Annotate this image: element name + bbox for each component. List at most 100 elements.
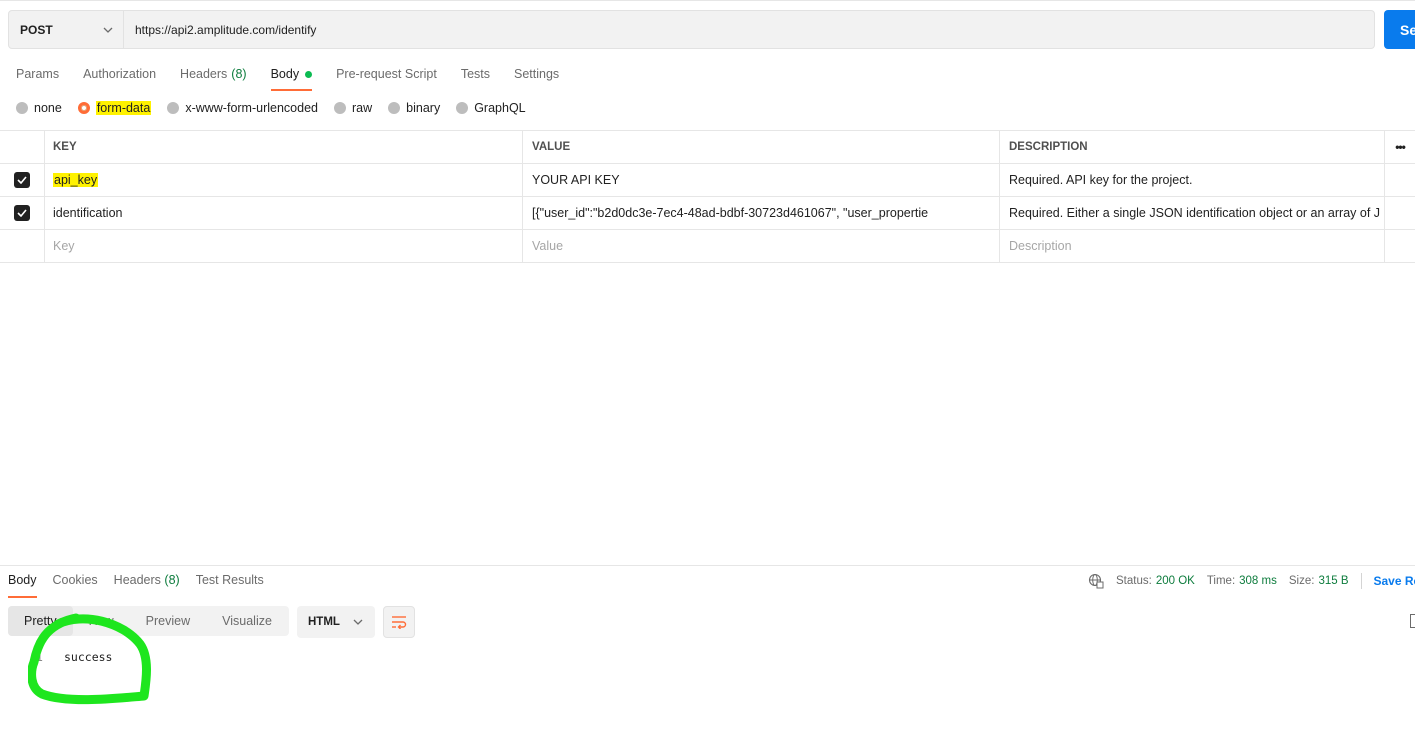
value-cell[interactable]: [{"user_id":"b2d0dc3e-7ec4-48ad-bdbf-307… [523, 197, 1000, 229]
view-pretty-button[interactable]: Pretty [8, 606, 73, 636]
size-info[interactable]: Size: 315 B [1289, 575, 1349, 587]
tab-settings-label: Settings [514, 67, 560, 81]
response-tab-body[interactable]: Body [8, 573, 37, 598]
value-cell[interactable]: YOUR API KEY [523, 164, 1000, 196]
radio-circle [456, 102, 469, 114]
time-value: 308 ms [1239, 575, 1277, 587]
checkmark-icon [17, 209, 27, 217]
header-checkbox-cell [0, 131, 45, 163]
tab-pre-request-script-label: Pre-request Script [336, 67, 437, 81]
description-cell[interactable]: Required. API key for the project. [1000, 164, 1385, 196]
url-input[interactable]: https://api2.amplitude.com/identify [124, 11, 1374, 48]
tab-authorization[interactable]: Authorization [83, 62, 156, 86]
radio-none[interactable]: none [16, 101, 62, 115]
response-tab-test-results-label: Test Results [195, 573, 264, 587]
tab-settings[interactable]: Settings [514, 62, 559, 86]
form-data-table: KEY VALUE DESCRIPTION ••• api_key YOUR A… [0, 130, 1415, 263]
tab-headers-label: Headers [180, 67, 228, 81]
tab-tests[interactable]: Tests [461, 62, 490, 86]
body-type-radios: none form-data x-www-form-urlencoded raw… [16, 101, 542, 115]
radio-x-www-form-urlencoded[interactable]: x-www-form-urlencoded [167, 101, 318, 115]
globe-network-icon[interactable] [1088, 573, 1104, 589]
response-format-select[interactable]: HTML [297, 606, 375, 638]
status-value: 200 OK [1155, 575, 1195, 587]
column-header-key: KEY [45, 131, 523, 163]
table-row: identification [{"user_id":"b2d0dc3e-7ec… [0, 197, 1415, 230]
response-tab-cookies[interactable]: Cookies [53, 573, 98, 591]
response-meta: Status: 200 OK Time: 308 ms Size: 315 B Sav… [1088, 573, 1415, 589]
status-info[interactable]: Status: 200 OK [1116, 575, 1195, 587]
radio-raw[interactable]: raw [334, 101, 372, 115]
radio-circle [16, 102, 28, 114]
key-placeholder-input[interactable]: Key [45, 230, 523, 262]
time-info[interactable]: Time: 308 ms [1207, 575, 1277, 587]
response-tab-body-label: Body [8, 573, 37, 587]
more-options-button[interactable]: ••• [1385, 131, 1415, 163]
request-tabs: Params Authorization Headers (8) Body Pre… [16, 62, 583, 92]
tab-headers[interactable]: Headers (8) [180, 62, 247, 86]
radio-raw-label: raw [352, 101, 373, 115]
url-value: https://api2.amplitude.com/identify [135, 22, 317, 37]
tab-body[interactable]: Body [270, 62, 313, 91]
radio-urlencoded-label: x-www-form-urlencoded [185, 101, 318, 115]
row-checkbox-cell [0, 230, 45, 262]
table-row-new: Key Value Description [0, 230, 1415, 263]
response-tab-test-results[interactable]: Test Results [196, 573, 264, 591]
format-label: HTML [308, 616, 340, 628]
row-checkbox[interactable] [14, 205, 30, 221]
radio-graphql-label: GraphQL [474, 101, 526, 115]
radio-form-data[interactable]: form-data [77, 101, 152, 115]
radio-none-label: none [34, 101, 62, 115]
tab-tests-label: Tests [460, 67, 490, 81]
more-horizontal-icon: ••• [1395, 140, 1406, 154]
response-tab-headers[interactable]: Headers (8) [114, 573, 180, 591]
key-cell[interactable]: identification [45, 197, 523, 229]
row-checkbox[interactable] [14, 172, 30, 188]
table-header-row: KEY VALUE DESCRIPTION ••• [0, 131, 1415, 164]
checkmark-icon [17, 176, 27, 184]
send-label: Se [1400, 21, 1415, 38]
description-placeholder-input[interactable]: Description [1000, 230, 1385, 262]
row-checkbox-cell [0, 164, 45, 196]
tab-params[interactable]: Params [16, 62, 59, 86]
table-row: api_key YOUR API KEY Required. API key f… [0, 164, 1415, 197]
response-tab-headers-count: (8) [164, 573, 180, 587]
method-select[interactable]: POST [9, 11, 124, 48]
body-indicator-dot [305, 70, 313, 78]
chevron-down-icon [353, 619, 363, 625]
response-view-toggle: Pretty Raw Preview Visualize [8, 606, 289, 636]
response-tab-headers-label: Headers [113, 573, 161, 587]
row-end-cell [1385, 230, 1415, 262]
response-body-line: 1 success [36, 650, 112, 664]
view-visualize-button[interactable]: Visualize [206, 606, 288, 636]
value-placeholder-input[interactable]: Value [523, 230, 1000, 262]
description-cell[interactable]: Required. Either a single JSON identific… [1000, 197, 1385, 229]
radio-binary-label: binary [406, 101, 441, 115]
response-tabs: Body Cookies Headers (8) Test Results [8, 573, 280, 598]
radio-binary[interactable]: binary [388, 101, 440, 115]
meta-separator [1360, 573, 1362, 589]
view-raw-button[interactable]: Raw [73, 606, 130, 636]
copy-icon[interactable] [1410, 614, 1415, 628]
key-cell[interactable]: api_key [45, 164, 523, 196]
response-divider[interactable] [0, 565, 1415, 566]
wrap-lines-button[interactable] [383, 606, 415, 638]
method-label: POST [20, 22, 53, 37]
row-checkbox-cell [0, 197, 45, 229]
size-label: Size: [1288, 575, 1315, 587]
column-header-value: VALUE [523, 131, 1000, 163]
wrap-lines-icon [392, 616, 407, 629]
tab-authorization-label: Authorization [83, 67, 157, 81]
row-end-cell [1385, 197, 1415, 229]
save-response-button[interactable]: Save Re [1374, 574, 1415, 588]
radio-circle [388, 102, 401, 114]
tab-params-label: Params [16, 67, 60, 81]
response-text: success [64, 650, 113, 664]
radio-graphql[interactable]: GraphQL [456, 101, 526, 115]
tab-headers-count: (8) [231, 67, 247, 81]
tab-pre-request-script[interactable]: Pre-request Script [336, 62, 437, 86]
view-preview-button[interactable]: Preview [130, 606, 206, 636]
column-header-description: DESCRIPTION [1000, 131, 1385, 163]
send-button[interactable]: Se [1384, 10, 1415, 49]
radio-circle [167, 102, 180, 114]
